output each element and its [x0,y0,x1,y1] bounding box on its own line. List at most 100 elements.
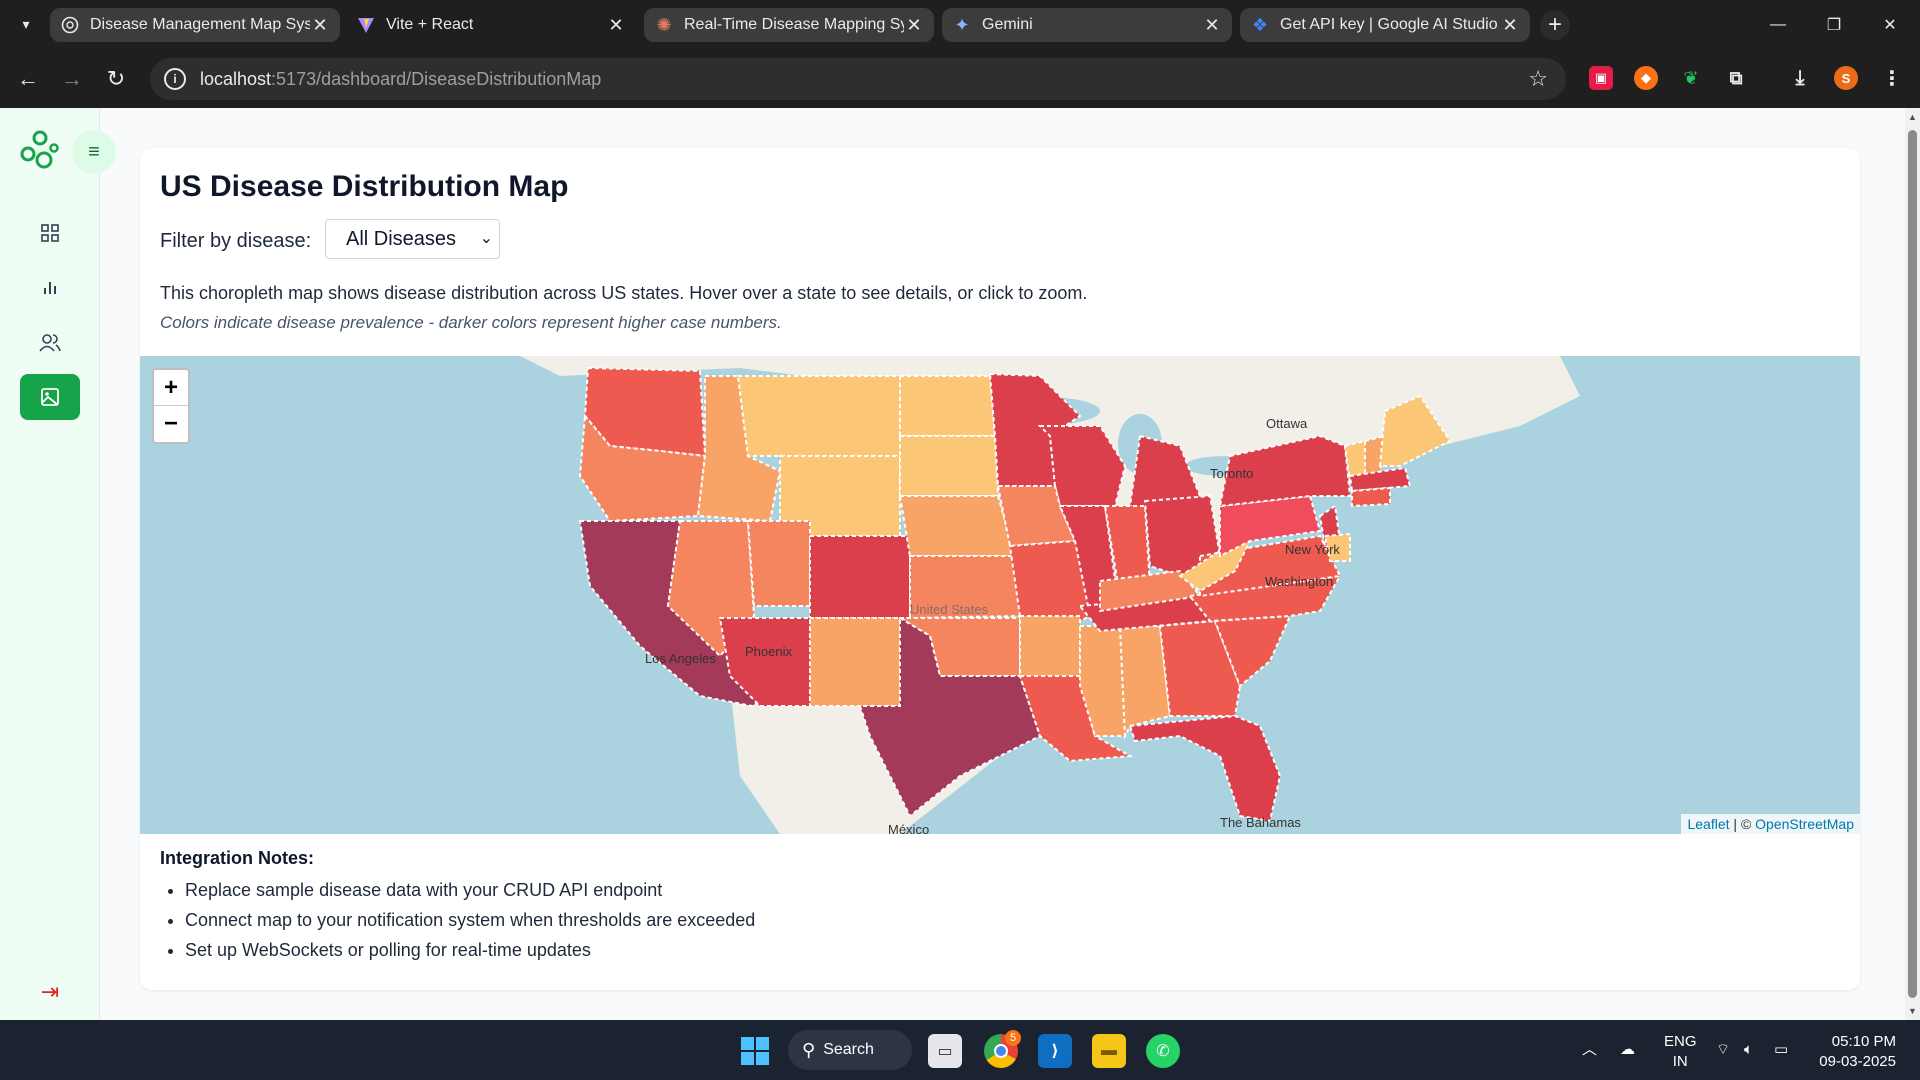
taskbar-search[interactable]: ⚲ Search [788,1030,912,1070]
bar-chart-icon [44,282,56,294]
tab-title: Get API key | Google AI Studio [1280,16,1498,33]
globe-icon [60,15,80,35]
label-mexico: México [888,822,929,834]
address-bar[interactable]: i localhost:5173/dashboard/DiseaseDistri… [150,58,1566,100]
sidebar-item-users[interactable] [20,320,80,366]
forward-icon[interactable]: → [56,63,88,95]
search-label: Search [823,1041,874,1058]
logout-icon[interactable]: ⇥ [20,974,80,1010]
chrome-badge: 5 [1005,1030,1021,1046]
browser-menu-icon[interactable]: ⋮ [1880,66,1904,90]
clock[interactable]: 05:10 PM 09-03-2025 [1816,1032,1896,1072]
profile-avatar[interactable]: S [1834,66,1858,90]
app-logo-icon [18,128,62,172]
file-explorer-icon[interactable]: ▬ [1092,1034,1126,1068]
back-icon[interactable]: ← [12,63,44,95]
notes-list: Replace sample disease data with your CR… [160,875,755,965]
volume-icon[interactable]: 🔈︎ [1744,1040,1753,1060]
sidebar: ≡ ⇥ [0,108,116,1020]
close-tab-icon[interactable]: ✕ [904,15,924,36]
close-tab-icon[interactable]: ✕ [1202,15,1222,36]
battery-icon[interactable]: ▭ [1774,1040,1788,1060]
list-item: Set up WebSockets or polling for real-ti… [185,935,755,965]
close-tab-icon[interactable]: ✕ [310,15,330,36]
vite-icon [356,15,376,35]
disease-filter-select[interactable]: All Diseases ⌄ [325,219,500,259]
tab-real-time-mapping[interactable]: ✺ Real-Time Disease Mapping Sys ✕ [644,8,934,42]
minimize-icon[interactable]: — [1750,0,1806,50]
grid-icon [41,224,59,242]
restore-icon[interactable]: ❐ [1806,0,1862,50]
integration-notes: Integration Notes: Replace sample diseas… [160,848,755,965]
label-united-states: United States [910,602,989,617]
language-indicator[interactable]: ENG IN [1664,1032,1697,1072]
leaf-extension-icon[interactable]: ❦ [1679,66,1703,90]
reload-icon[interactable]: ↻ [100,63,132,95]
image-map-icon [41,388,59,406]
sidebar-item-analytics[interactable] [20,265,80,311]
state-north-dakota[interactable] [899,375,997,437]
close-tab-icon[interactable]: ✕ [606,15,626,36]
attribution-separator: | © [1729,816,1756,832]
page-scrollbar[interactable]: ▲ ▼ [1905,108,1920,1020]
close-tab-icon[interactable]: ✕ [1500,15,1520,36]
tab-title: Real-Time Disease Mapping Sys [684,16,904,33]
scroll-thumb[interactable] [1908,130,1917,998]
whatsapp-icon[interactable]: ✆ [1146,1034,1180,1068]
task-view-icon[interactable]: ▭ [928,1034,962,1068]
onedrive-cloud-icon[interactable]: ☁ [1620,1040,1635,1060]
close-window-icon[interactable]: ✕ [1862,0,1918,50]
map-description: This choropleth map shows disease distri… [160,283,1088,303]
tab-disease-management[interactable]: Disease Management Map Syst ✕ [50,8,340,42]
hamburger-menu-icon[interactable]: ≡ [72,130,116,174]
claude-icon: ✺ [656,14,672,35]
tab-ai-studio[interactable]: ❖ Get API key | Google AI Studio ✕ [1240,8,1530,42]
tab-title: Disease Management Map Syst [90,16,310,33]
users-icon [39,334,61,352]
state-nebraska[interactable] [898,495,1017,557]
chevron-down-icon: ⌄ [479,230,493,247]
extensions-puzzle-icon[interactable]: ⧉ [1724,66,1748,90]
state-new-mexico[interactable] [809,617,901,707]
wifi-icon[interactable]: ⌔ [1716,1040,1730,1060]
bookmark-star-icon[interactable]: ☆ [1528,66,1548,92]
zoom-in-button[interactable]: + [154,370,188,406]
new-tab-button[interactable]: + [1540,10,1570,40]
zoom-control: + − [152,368,190,444]
page-title: US Disease Distribution Map [160,170,569,203]
windows-start-icon[interactable] [738,1034,772,1068]
site-info-icon[interactable]: i [164,68,186,90]
lang-top: ENG [1664,1033,1697,1050]
state-colorado[interactable] [809,535,911,619]
us-states [578,366,1452,823]
app-page: ≡ ⇥ US Disease Distribution Map Filter b… [0,108,1905,1020]
state-utah[interactable] [746,520,811,607]
label-bahamas: The Bahamas [1220,815,1301,830]
zoom-out-button[interactable]: − [154,406,188,442]
leaflet-link[interactable]: Leaflet [1687,816,1729,832]
scroll-up-icon[interactable]: ▲ [1908,112,1917,122]
sidebar-item-map[interactable] [20,374,80,420]
tray-chevron-up-icon[interactable]: ︿ [1582,1040,1597,1060]
filter-selected-value: All Diseases [346,227,457,250]
state-montana[interactable] [736,375,901,457]
tab-gemini[interactable]: ✦ Gemini ✕ [942,8,1232,42]
state-connecticut-ri[interactable] [1351,486,1391,508]
list-item: Replace sample disease data with your CR… [185,875,755,905]
vscode-icon[interactable]: ⟩ [1038,1034,1072,1068]
choropleth-map[interactable]: Ottawa Toronto New York Washington Unite… [140,356,1860,834]
extension-orange-icon[interactable]: ◆ [1634,66,1658,90]
openstreetmap-link[interactable]: OpenStreetMap [1755,816,1854,832]
pocket-extension-icon[interactable]: ▣ [1589,66,1613,90]
sidebar-item-dashboard[interactable] [20,210,80,256]
state-south-dakota[interactable] [899,435,1000,497]
search-icon: ⚲ [802,1039,816,1060]
tab-vite-react[interactable]: Vite + React ✕ [346,8,636,42]
scroll-down-icon[interactable]: ▼ [1908,1006,1917,1016]
ai-studio-icon: ❖ [1251,14,1269,35]
state-florida[interactable] [1128,714,1282,823]
lang-bottom: IN [1672,1053,1688,1070]
label-new-york: New York [1285,542,1340,557]
download-icon[interactable]: ⤓ [1788,66,1812,90]
tab-search-chevron-icon[interactable]: ▾ [10,8,42,40]
